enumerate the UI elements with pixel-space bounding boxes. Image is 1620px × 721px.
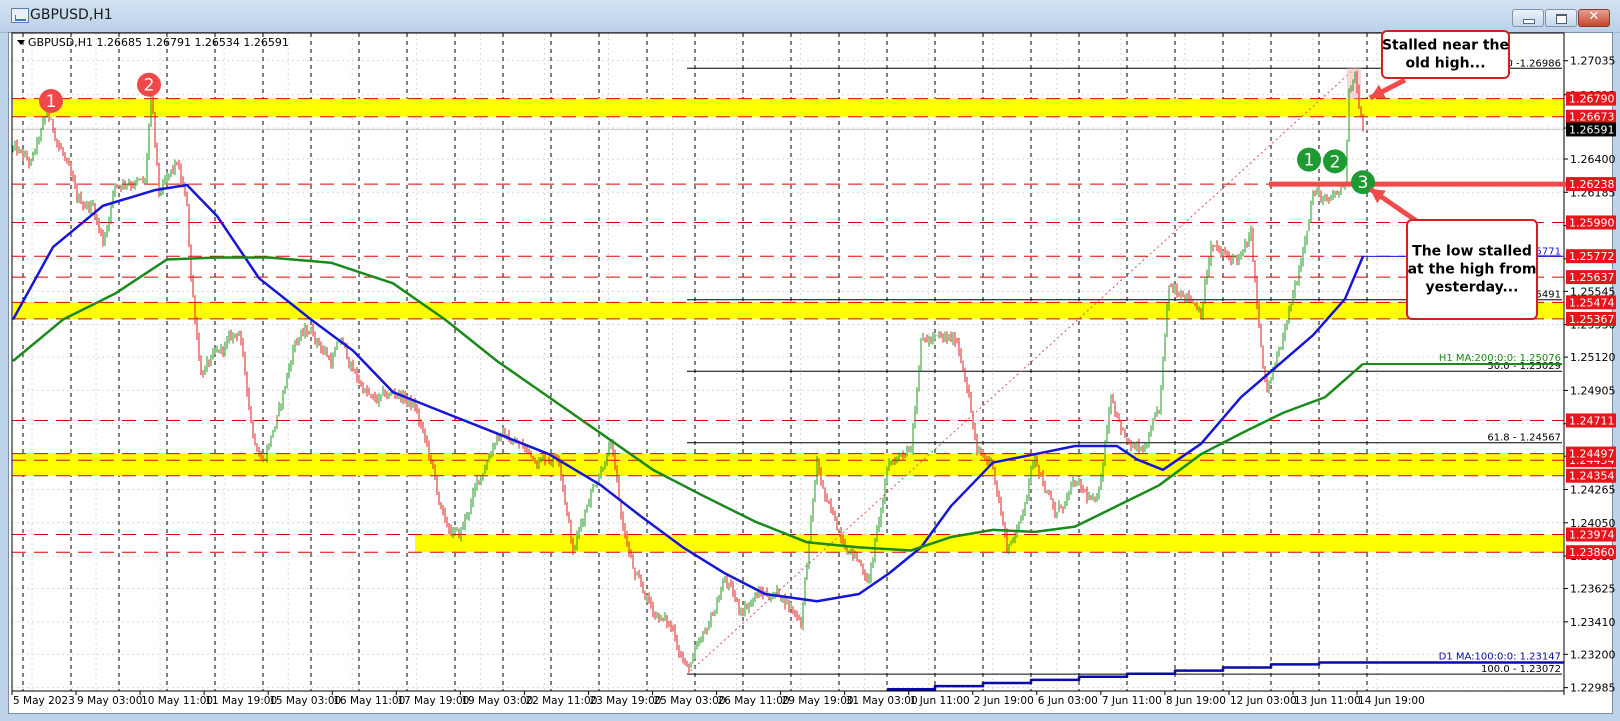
current-price-label: 1.26591 <box>1569 123 1615 136</box>
x-tick-label: 1 Jun 11:00 <box>910 695 970 707</box>
level-price-label: 1.26790 <box>1569 93 1615 106</box>
y-tick-label: 1.23410 <box>1570 616 1616 629</box>
support-resistance-zone <box>415 534 1564 553</box>
marker-number: 2 <box>1330 152 1341 172</box>
x-tick-label: 7 Jun 11:00 <box>1102 695 1162 707</box>
y-tick-label: 1.25120 <box>1570 351 1616 364</box>
x-tick-label: 2 Jun 19:00 <box>974 695 1034 707</box>
y-tick-label: 1.24905 <box>1570 384 1616 397</box>
marker-number: 3 <box>1358 173 1369 193</box>
level-price-label: 1.25637 <box>1569 271 1615 284</box>
x-tick-label: 10 May 11:00 <box>141 695 213 707</box>
ma-h1-200-label: H1 MA:200:0:0: 1.25076 <box>1439 353 1561 364</box>
y-tick-label: 1.26400 <box>1570 153 1616 166</box>
annotation-text: old high... <box>1405 56 1485 72</box>
level-price-label: 1.25772 <box>1569 250 1615 263</box>
x-tick-label: 5 May 2023 <box>13 695 75 707</box>
y-tick-label: 1.22985 <box>1570 682 1616 695</box>
level-price-label: 1.26238 <box>1569 178 1615 191</box>
marker-number: 1 <box>46 92 57 112</box>
ma-d1-100-line <box>887 661 1564 691</box>
x-tick-label: 15 May 03:00 <box>269 695 341 707</box>
support-resistance-zone <box>13 98 1564 117</box>
x-tick-label: 6 Jun 03:00 <box>1038 695 1098 707</box>
collapse-triangle-icon[interactable] <box>17 40 25 45</box>
level-price-label: 1.25367 <box>1569 313 1615 326</box>
x-tick-label: 29 May 19:00 <box>782 695 854 707</box>
support-resistance-zone <box>13 302 1564 319</box>
level-price-label: 1.24354 <box>1569 470 1615 483</box>
level-price-label: 1.24711 <box>1569 414 1615 427</box>
x-tick-label: 25 May 03:00 <box>654 695 726 707</box>
level-price-label: 1.25990 <box>1569 216 1615 229</box>
fib-level-label: 61.8 - 1.24567 <box>1487 433 1561 444</box>
axes: 1.270351.268151.266001.264001.261851.259… <box>11 33 1616 707</box>
support-resistance-zone <box>13 453 1564 476</box>
marker-number: 2 <box>144 76 155 96</box>
ma-d1-100-label: D1 MA:100:0:0: 1.23147 <box>1439 652 1561 663</box>
x-tick-label: 14 Jun 19:00 <box>1358 695 1425 707</box>
symbol-info: GBPUSD,H1 1.26685 1.26791 1.26534 1.2659… <box>28 36 289 49</box>
x-tick-label: 11 May 19:00 <box>205 695 277 707</box>
level-price-label: 1.24497 <box>1569 448 1615 461</box>
level-price-label: 1.23974 <box>1569 529 1615 542</box>
y-tick-label: 1.24265 <box>1570 483 1616 496</box>
x-tick-label: 9 May 03:00 <box>77 695 142 707</box>
x-tick-label: 16 May 11:00 <box>333 695 405 707</box>
annotation-text: at the high from <box>1408 262 1537 278</box>
x-tick-label: 23 May 19:00 <box>589 695 661 707</box>
fib-level-label: 100.0 - 1.23072 <box>1481 664 1561 675</box>
y-tick-label: 1.23200 <box>1570 648 1616 661</box>
x-tick-label: 12 Jun 03:00 <box>1230 695 1297 707</box>
annotation-text: The low stalled <box>1412 244 1532 260</box>
y-tick-label: 1.27035 <box>1570 55 1616 68</box>
level-price-label: 1.26673 <box>1569 111 1615 124</box>
marker-number: 1 <box>1304 151 1315 171</box>
x-tick-label: 17 May 19:00 <box>397 695 469 707</box>
level-price-label: 1.25474 <box>1569 296 1615 309</box>
x-tick-label: 13 Jun 11:00 <box>1294 695 1361 707</box>
price-chart[interactable]: 0.0 -1.2698638.2 - 1.2549150.0 - 1.25029… <box>0 0 1620 721</box>
annotation-text: yesterday... <box>1426 280 1519 296</box>
y-tick-label: 1.23625 <box>1570 583 1616 596</box>
x-tick-label: 26 May 11:00 <box>718 695 790 707</box>
annotation-text: Stalled near the <box>1382 38 1509 54</box>
x-tick-label: 8 Jun 19:00 <box>1166 695 1226 707</box>
x-tick-label: 22 May 11:00 <box>525 695 597 707</box>
level-price-label: 1.23860 <box>1569 546 1615 559</box>
x-tick-label: 31 May 03:00 <box>846 695 918 707</box>
x-tick-label: 19 May 03:00 <box>461 695 533 707</box>
